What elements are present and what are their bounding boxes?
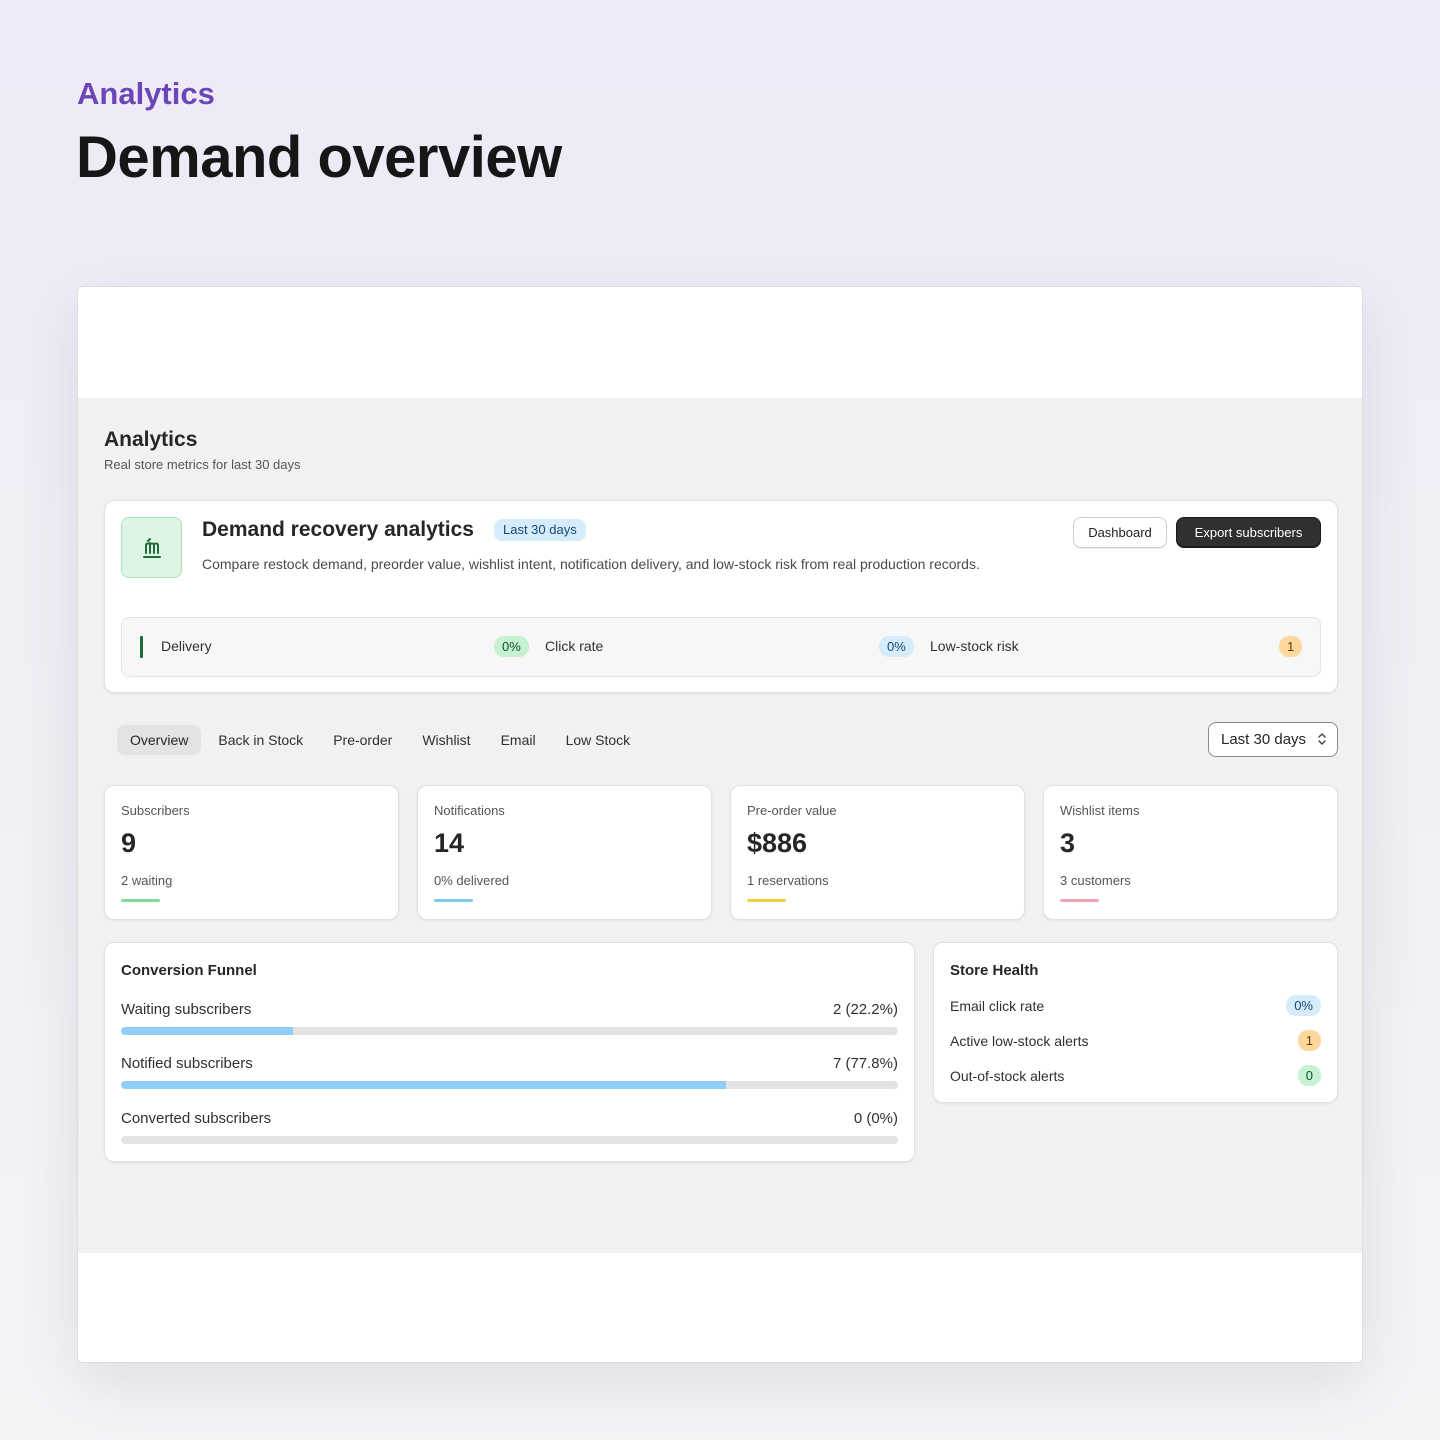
stat-accent-line (121, 899, 160, 902)
stat-accent-line (1060, 899, 1099, 902)
low-stock-risk-pill: 1 (1279, 636, 1303, 657)
health-row-label: Out-of-stock alerts (950, 1068, 1065, 1084)
stat-card-wishlist-items: Wishlist items 3 3 customers (1043, 785, 1338, 920)
hero-eyebrow: Analytics (77, 76, 215, 111)
funnel-progress-fill (121, 1081, 726, 1089)
dashboard-button[interactable]: Dashboard (1073, 517, 1167, 548)
stat-value: 3 (1060, 828, 1076, 858)
tab-wishlist[interactable]: Wishlist (409, 725, 483, 755)
date-range-select[interactable]: Last 30 days (1208, 722, 1338, 757)
select-chevron-icon (1318, 733, 1326, 745)
stat-subtext: 1 reservations (747, 873, 829, 888)
tab-email[interactable]: Email (488, 725, 549, 755)
app-window: Analytics Real store metrics for last 30… (77, 286, 1363, 1363)
funnel-row-label: Waiting subscribers (121, 1001, 252, 1018)
stat-accent-line (434, 899, 473, 902)
health-row-pill: 0% (1286, 995, 1321, 1016)
tab-low-stock[interactable]: Low Stock (553, 725, 644, 755)
strip-accent-bar (140, 636, 143, 658)
hero-title: Demand overview (76, 125, 562, 190)
health-row-pill: 1 (1297, 1030, 1321, 1051)
conversion-funnel-card: Conversion Funnel Waiting subscribers 2 … (104, 942, 915, 1162)
funnel-progress-track (121, 1027, 898, 1035)
analytics-icon (121, 517, 182, 578)
low-stock-risk-label: Low-stock risk (930, 638, 1019, 654)
date-range-value: Last 30 days (1221, 731, 1307, 748)
metric-strip: Delivery 0% Click rate 0% Low-stock risk… (121, 617, 1321, 677)
store-health-card: Store Health Email click rate 0% Active … (933, 942, 1338, 1103)
stat-label: Notifications (434, 803, 505, 818)
funnel-row-label: Notified subscribers (121, 1055, 253, 1072)
analytics-tabs: Overview Back in Stock Pre-order Wishlis… (117, 725, 647, 755)
window-bottom-area (78, 1253, 1362, 1362)
stat-value: 9 (121, 828, 137, 858)
health-row-label: Email click rate (950, 998, 1045, 1014)
funnel-row-label: Converted subscribers (121, 1110, 272, 1127)
stat-label: Pre-order value (747, 803, 837, 818)
funnel-row-value: 2 (22.2%) (832, 1001, 898, 1018)
stat-accent-line (747, 899, 786, 902)
delivery-label: Delivery (161, 638, 212, 654)
tab-overview[interactable]: Overview (117, 725, 202, 755)
page-subtitle: Real store metrics for last 30 days (104, 457, 301, 472)
stat-card-pre-order-value: Pre-order value $886 1 reservations (730, 785, 1025, 920)
funnel-row-value: 0 (0%) (853, 1110, 898, 1127)
funnel-progress-track (121, 1136, 898, 1144)
analytics-page: Analytics Real store metrics for last 30… (78, 398, 1362, 1253)
click-rate-label: Click rate (545, 638, 604, 654)
stat-value: 14 (434, 828, 465, 858)
stat-subtext: 3 customers (1060, 873, 1131, 888)
stat-subtext: 0% delivered (434, 873, 510, 888)
stat-card-notifications: Notifications 14 0% delivered (417, 785, 712, 920)
store-health-title: Store Health (950, 962, 1039, 979)
health-row-label: Active low-stock alerts (950, 1033, 1089, 1049)
stat-label: Wishlist items (1060, 803, 1140, 818)
stat-subtext: 2 waiting (121, 873, 173, 888)
card-description: Compare restock demand, preorder value, … (202, 556, 980, 572)
funnel-progress-track (121, 1081, 898, 1089)
delivery-pill: 0% (494, 636, 529, 657)
funnel-row-value: 7 (77.8%) (832, 1055, 898, 1072)
card-title: Demand recovery analytics (202, 518, 474, 541)
period-badge: Last 30 days (494, 519, 586, 541)
stat-card-subscribers: Subscribers 9 2 waiting (104, 785, 399, 920)
tab-pre-order[interactable]: Pre-order (320, 725, 405, 755)
demand-recovery-card: Demand recovery analytics Last 30 days C… (104, 500, 1338, 693)
stat-value: $886 (747, 828, 808, 858)
stat-label: Subscribers (121, 803, 190, 818)
export-subscribers-button[interactable]: Export subscribers (1176, 517, 1321, 548)
funnel-title: Conversion Funnel (121, 962, 257, 979)
page-title: Analytics (104, 428, 198, 451)
window-top-area (78, 287, 1362, 398)
funnel-progress-fill (121, 1027, 294, 1035)
health-row-pill: 0 (1297, 1065, 1321, 1086)
tab-back-in-stock[interactable]: Back in Stock (205, 725, 316, 755)
click-rate-pill: 0% (879, 636, 914, 657)
